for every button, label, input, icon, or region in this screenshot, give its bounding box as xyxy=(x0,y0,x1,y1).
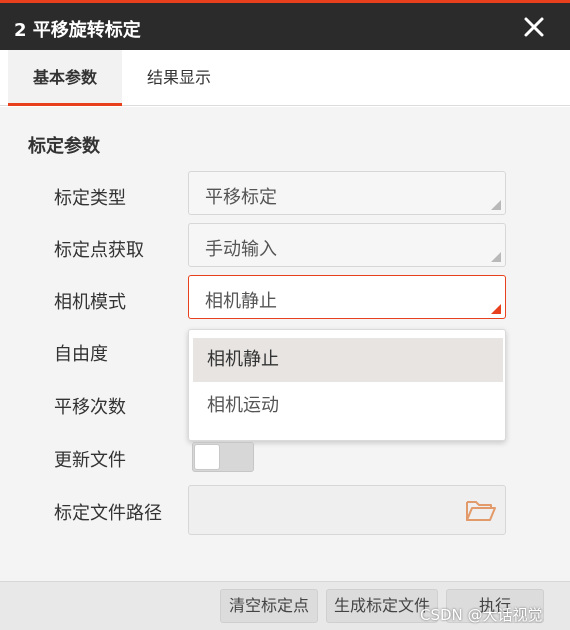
tab-basic-params-label: 基本参数 xyxy=(32,68,97,87)
point-acquire-select[interactable]: 手动输入 xyxy=(188,223,506,267)
folder-open-icon-glyph xyxy=(466,501,496,521)
camera-mode-value: 相机静止 xyxy=(205,291,277,312)
close-icon[interactable] xyxy=(516,9,552,45)
update-file-toggle[interactable] xyxy=(192,442,254,472)
tab-bar: 基本参数 结果显示 xyxy=(0,50,570,106)
dropdown-corner-icon xyxy=(491,200,501,210)
dropdown-corner-icon xyxy=(491,252,501,262)
dof-label: 自由度 xyxy=(54,344,108,365)
point-acquire-label: 标定点获取 xyxy=(54,240,144,261)
dropdown-corner-icon xyxy=(491,304,501,314)
dropdown-option-static[interactable]: 相机静止 xyxy=(193,338,503,382)
parameter-panel: 标定参数 标定类型 平移标定 标定点获取 手动输入 相机模式 相机静止 自由度 … xyxy=(0,107,570,581)
camera-mode-label: 相机模式 xyxy=(54,292,126,313)
calib-type-select[interactable]: 平移标定 xyxy=(188,171,506,215)
section-title: 标定参数 xyxy=(28,136,100,157)
tab-result-display-label: 结果显示 xyxy=(146,68,211,87)
calib-type-value: 平移标定 xyxy=(205,187,277,208)
camera-mode-dropdown: 相机静止 相机运动 xyxy=(188,329,506,441)
active-tab-indicator xyxy=(8,103,122,106)
shift-count-label: 平移次数 xyxy=(54,397,126,418)
folder-open-icon[interactable] xyxy=(465,496,497,524)
footer-bar: 清空标定点 生成标定文件 执行 CSDN @大话视觉 xyxy=(0,581,570,630)
tab-result-display[interactable]: 结果显示 xyxy=(126,50,232,106)
watermark: CSDN @大话视觉 xyxy=(420,606,543,624)
clear-points-button[interactable]: 清空标定点 xyxy=(220,589,318,623)
title-bar: 2 平移旋转标定 xyxy=(0,3,570,50)
camera-mode-select[interactable]: 相机静止 xyxy=(188,275,506,319)
point-acquire-value: 手动输入 xyxy=(205,239,277,260)
close-icon-glyph xyxy=(524,17,544,37)
file-path-input[interactable] xyxy=(188,485,506,535)
tab-basic-params[interactable]: 基本参数 xyxy=(8,50,122,106)
calib-type-label: 标定类型 xyxy=(54,188,126,209)
file-path-label: 标定文件路径 xyxy=(54,503,162,524)
toggle-knob xyxy=(194,444,220,470)
update-file-label: 更新文件 xyxy=(54,450,126,471)
dropdown-option-moving[interactable]: 相机运动 xyxy=(193,384,503,428)
window-title: 2 平移旋转标定 xyxy=(14,20,141,41)
